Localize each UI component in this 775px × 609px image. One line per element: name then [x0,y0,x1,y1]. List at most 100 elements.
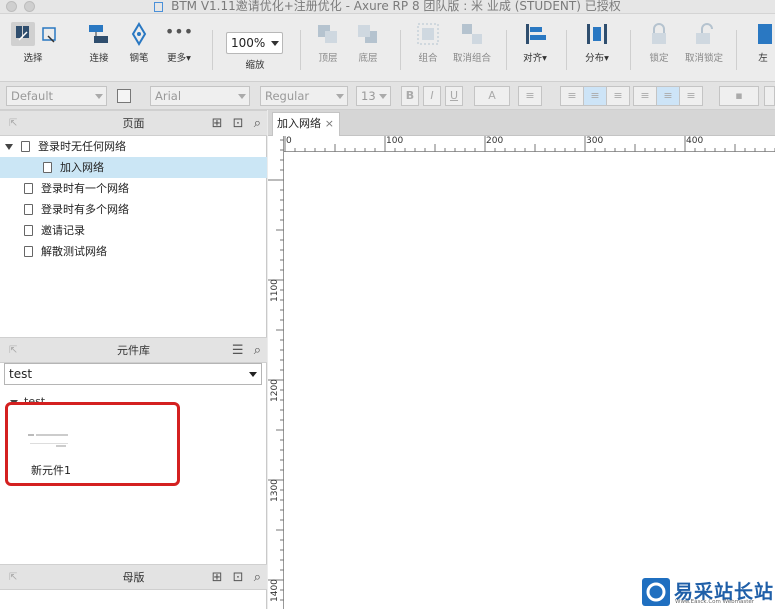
masters-panel-header: ⇱ 母版 ⊞ ⊡ ⌕ [0,564,267,590]
masters-panel-actions: ⊞ ⊡ ⌕ [212,565,261,590]
align-text-center-button[interactable]: ≡ [583,86,607,106]
left-panel-toggle-button[interactable]: 左 [752,22,774,64]
page-icon [43,161,52,173]
align-text-right-button[interactable]: ≡ [606,86,630,106]
distribute-label: 分布▾ [585,53,609,64]
more-dots-icon: ••• [164,22,194,41]
bold-button[interactable]: B [401,86,419,106]
font-size-value: 13 [361,89,376,103]
ruler-tick-label: 0 [286,136,292,146]
valign-top-button[interactable]: ≡ [633,86,657,106]
pen-tool-button[interactable]: 钢笔 [126,22,152,64]
select-tool-label: 选择 [23,53,43,64]
select-tool-button[interactable]: 选择 [8,22,58,64]
zoom-label-wrap: 缩放 [240,57,270,71]
pen-icon [126,22,152,46]
unlock-icon [682,22,726,46]
ruler-tick-label: 300 [586,136,604,146]
italic-button[interactable]: I [423,86,441,106]
menu-icon[interactable]: ☰ [232,343,244,358]
more-tools-label: 更多▾ [167,53,191,64]
group-label: 组合 [418,53,438,64]
minimize-window-button[interactable] [24,1,35,12]
page-icon [24,203,33,215]
ungroup-icon [450,22,494,46]
panel-left-icon [752,22,774,46]
bring-to-front-button[interactable]: 顶层 [314,22,342,64]
ruler-tick-label: 400 [686,136,704,146]
ruler-tick-label: 1300 [270,479,280,502]
close-tab-icon[interactable]: × [325,113,334,135]
page-item-join-network[interactable]: 加入网络 [0,157,267,178]
valign-bottom-button[interactable]: ≡ [679,86,703,106]
send-to-back-icon [354,22,382,46]
zoom-select[interactable]: 100% [226,32,283,54]
collapse-pin-icon[interactable]: ⇱ [9,565,17,590]
page-label: 登录时无任何网络 [38,140,126,153]
page-item-invite-records[interactable]: 邀请记录 [0,220,267,241]
chevron-down-icon [379,94,387,99]
format-painter-icon[interactable] [117,89,131,103]
library-select[interactable]: test [4,363,262,385]
main-toolbar: 选择 连接 钢笔 ••• 更多▾ 100% 缩放 顶层 底层 组合 取消组合 对… [0,14,775,82]
chevron-down-icon [249,372,257,377]
search-icon[interactable]: ⌕ [254,343,261,358]
bullet-list-button[interactable]: ≡ [518,86,542,106]
more-tools-button[interactable]: ••• 更多▾ [164,22,194,64]
bring-to-front-label: 顶层 [318,53,338,64]
align-button[interactable]: 对齐▾ [520,22,550,64]
page-item-one-network[interactable]: 登录时有一个网络 [0,178,267,199]
unlock-label: 取消锁定 [684,53,723,64]
tab-join-network[interactable]: 加入网络 × [272,112,340,136]
window-titlebar: BTM V1.11邀请优化+注册优化 - Axure RP 8 团队版 : 米 … [0,0,775,14]
collapse-pin-icon[interactable]: ⇱ [9,111,17,136]
expand-triangle-icon[interactable] [5,144,13,150]
site-watermark: 易采站长站 Www.Easck.Com Webmaster [640,577,775,609]
style-select[interactable]: Default [6,86,107,106]
ruler-tick-label: 1100 [270,279,280,302]
collapse-pin-icon[interactable]: ⇱ [9,338,17,363]
page-icon [24,224,33,236]
send-to-back-button[interactable]: 底层 [354,22,382,64]
send-to-back-label: 底层 [358,53,378,64]
group-button[interactable]: 组合 [414,22,442,64]
connect-tool-button[interactable]: 连接 [86,22,112,64]
font-weight-select[interactable]: Regular [260,86,348,106]
page-icon [24,182,33,194]
add-folder-icon[interactable]: ⊡ [233,570,244,585]
page-item-no-network[interactable]: 登录时无任何网络 [0,136,267,157]
connector-icon [86,22,112,46]
chevron-down-icon [95,94,103,99]
valign-middle-button[interactable]: ≡ [656,86,680,106]
page-item-dissolve-network[interactable]: 解散测试网络 [0,241,267,262]
ruler-tick-label: 200 [486,136,504,146]
underline-button[interactable]: U [445,86,463,106]
add-page-icon[interactable]: ⊞ [212,116,223,131]
add-master-icon[interactable]: ⊞ [212,570,223,585]
zoom-value: 100% [231,36,266,50]
ungroup-button[interactable]: 取消组合 [450,22,494,64]
library-select-value: test [9,367,33,381]
page-label: 登录时有多个网络 [41,203,129,216]
fill-color-button[interactable]: ▪ [719,86,759,106]
lock-icon [644,22,674,46]
font-size-select[interactable]: 13 [356,86,391,106]
canvas-area[interactable]: 加入网络 × 0 100 200 300 400 1100 1200 1300 … [268,110,775,609]
search-icon[interactable]: ⌕ [254,570,261,585]
ruler-tick-label: 1400 [270,579,280,602]
search-icon[interactable]: ⌕ [254,116,261,131]
lock-button[interactable]: 锁定 [644,22,674,64]
chevron-down-icon [336,94,344,99]
library-panel-actions: ☰ ⌕ [232,338,261,363]
more-format-button[interactable] [764,86,775,106]
text-color-button[interactable]: A [474,86,510,106]
close-window-button[interactable] [6,1,17,12]
highlight-annotation-box [5,402,180,486]
add-folder-icon[interactable]: ⊡ [233,116,244,131]
align-text-left-button[interactable]: ≡ [560,86,584,106]
distribute-button[interactable]: 分布▾ [582,22,612,64]
page-item-multi-network[interactable]: 登录时有多个网络 [0,199,267,220]
font-family-select[interactable]: Arial [150,86,250,106]
page-label: 登录时有一个网络 [41,182,129,195]
unlock-button[interactable]: 取消锁定 [682,22,726,64]
